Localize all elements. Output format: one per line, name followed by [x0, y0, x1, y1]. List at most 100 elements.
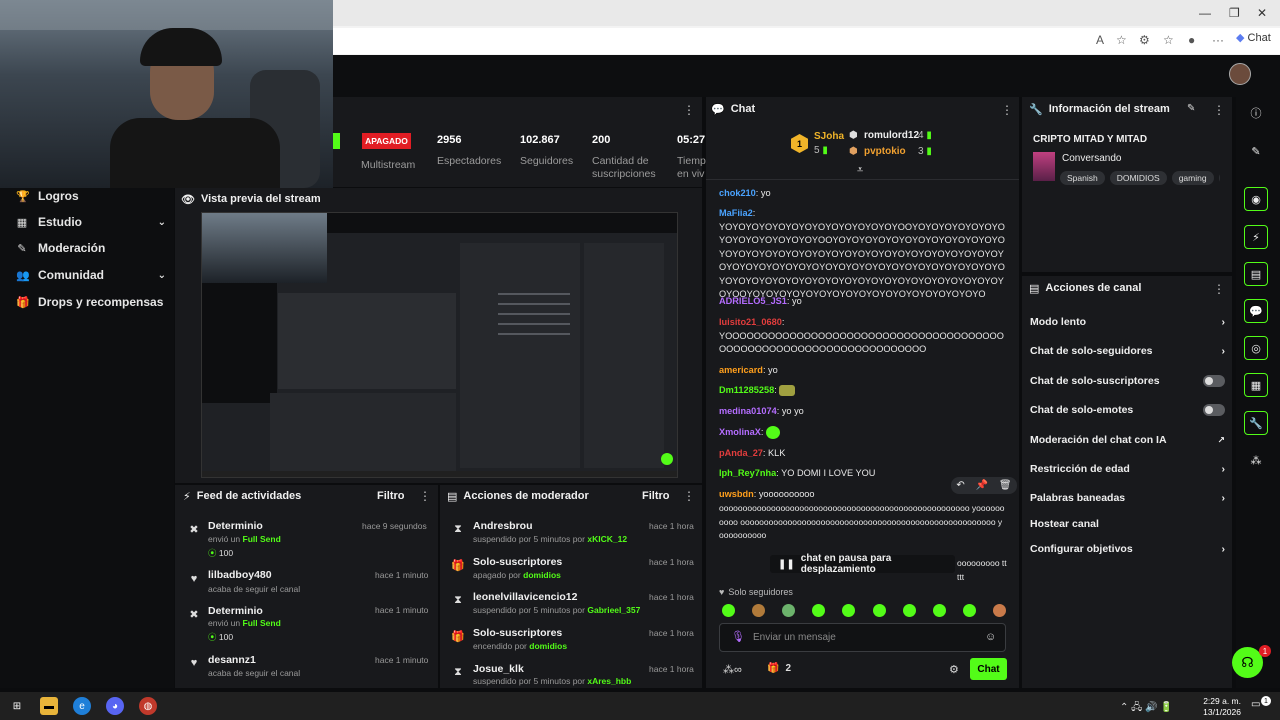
windows-start-icon[interactable]: ⊞: [8, 697, 26, 715]
mod-actions-menu-icon[interactable]: ⋮: [683, 489, 695, 503]
pin-icon[interactable]: 📌: [976, 480, 988, 491]
points-icon[interactable]: ⁂: [1244, 448, 1268, 472]
action-slow-mode[interactable]: Modo lento ›: [1030, 316, 1225, 328]
top-gifter-name[interactable]: romulord12: [864, 130, 919, 141]
mod-item-name[interactable]: Solo-suscriptores: [473, 556, 562, 568]
maximize-icon[interactable]: ❐: [1229, 6, 1240, 20]
tag[interactable]: Spanish: [1060, 171, 1105, 185]
chat-paused-banner[interactable]: ❚❚ chat en pausa para desplazamiento: [770, 553, 955, 575]
action-followers-only[interactable]: Chat de solo-seguidores ›: [1030, 345, 1225, 357]
favorites-icon[interactable]: ☆: [1163, 33, 1174, 47]
tag[interactable]: gi: [1218, 171, 1220, 185]
points-icon[interactable]: ⁂∞: [723, 663, 742, 676]
notifications-icon[interactable]: ▭: [1251, 699, 1260, 710]
discord-icon[interactable]: ◕: [106, 697, 124, 715]
emote-icon[interactable]: [782, 604, 796, 617]
tag[interactable]: DOMIDIOS: [1109, 171, 1167, 185]
mod-actions-filter[interactable]: Filtro: [642, 490, 670, 502]
chat-settings-icon[interactable]: ⚙: [949, 663, 959, 676]
mod-item-name[interactable]: Josue_klk: [473, 663, 524, 675]
channel-actions-menu-icon[interactable]: ⋮: [1213, 282, 1225, 296]
tray-icons[interactable]: ⌃ 🖧 🔊 🔋: [1120, 700, 1173, 717]
top-gifter-name[interactable]: SJoha: [814, 131, 844, 142]
tag[interactable]: gaming: [1171, 171, 1214, 185]
stream-preview[interactable]: [201, 212, 678, 478]
pencil-icon[interactable]: ✎: [1244, 139, 1268, 163]
mod-item-name[interactable]: Solo-suscriptores: [473, 627, 562, 639]
emotes-only-toggle[interactable]: [1203, 404, 1225, 416]
emote-icon[interactable]: [902, 604, 916, 617]
action-age-restriction[interactable]: Restricción de edad ›: [1030, 463, 1225, 475]
emoji-icon[interactable]: ☺: [985, 631, 996, 643]
mod-item-time: hace 1 hora: [649, 592, 694, 602]
broadcast-icon[interactable]: ◎: [1244, 336, 1268, 360]
action-ai-moderation[interactable]: Moderación del chat con IA ↗: [1030, 434, 1225, 446]
emote-icon[interactable]: [932, 604, 946, 617]
stream-info-menu-icon[interactable]: ⋮: [1213, 103, 1225, 117]
activity-feed-menu-icon[interactable]: ⋮: [419, 489, 431, 503]
avatar[interactable]: [1229, 63, 1251, 85]
mod-item-name[interactable]: leonelvillavicencio12: [473, 591, 577, 603]
subscribers-only-toggle[interactable]: [1203, 375, 1225, 387]
category-name[interactable]: Conversando: [1062, 153, 1121, 164]
profile-icon[interactable]: ●: [1188, 33, 1195, 47]
address-bar[interactable]: [330, 28, 1280, 54]
more-icon[interactable]: ···: [1212, 33, 1224, 47]
activity-feed-filter[interactable]: Filtro: [377, 490, 405, 502]
clock-date[interactable]: 13/1/2026: [1199, 707, 1241, 717]
list-icon[interactable]: ▦: [1244, 373, 1268, 397]
heart-icon: ♥: [190, 573, 198, 585]
action-banned-words[interactable]: Palabras baneadas ›: [1030, 492, 1225, 504]
preview-toggle-icon[interactable]: ◉: [1244, 187, 1268, 211]
clock-time[interactable]: 2:29 a. m.: [1203, 696, 1241, 706]
chat-input-placeholder[interactable]: Enviar un mensaje: [753, 632, 836, 643]
emote-icon[interactable]: [842, 604, 856, 617]
emote-icon: [779, 385, 796, 397]
stats-menu-icon[interactable]: ⋮: [683, 103, 695, 117]
close-icon[interactable]: ✕: [1257, 6, 1267, 20]
emote-icon[interactable]: [992, 604, 1006, 617]
emote-icon[interactable]: [962, 604, 976, 617]
read-aloud-icon[interactable]: A: [1096, 33, 1104, 47]
emote-icon[interactable]: [812, 604, 826, 617]
gift-count[interactable]: 🎁 2: [767, 663, 791, 674]
info-icon[interactable]: ⓘ: [1244, 101, 1268, 125]
copilot-button[interactable]: ◆ Chat: [1236, 31, 1271, 44]
feed-item-name[interactable]: desannz1: [208, 654, 256, 666]
chat-icon[interactable]: 💬: [1244, 299, 1268, 323]
action-configure-goals[interactable]: Configurar objetivos ›: [1030, 543, 1225, 555]
feed-item-name[interactable]: Determinio: [208, 520, 263, 532]
sidebar-item-logros[interactable]: 🏆 Logros: [16, 189, 166, 203]
extensions-icon[interactable]: ⚙: [1139, 33, 1150, 47]
top-gifter-name[interactable]: pvptokio: [864, 146, 906, 157]
file-explorer-icon[interactable]: ▬: [40, 697, 58, 715]
emote-icon[interactable]: [722, 604, 735, 617]
delete-icon[interactable]: 🗑: [999, 480, 1012, 491]
taskbar: [0, 692, 1280, 720]
sidebar-item-moderacion[interactable]: ✎ Moderación: [16, 241, 166, 255]
sidebar-item-estudio[interactable]: ▦ Estudio ⌄: [16, 215, 166, 229]
expand-gifters-icon[interactable]: ⩡: [857, 164, 863, 177]
obs-icon[interactable]: ◍: [139, 697, 157, 715]
microphone-icon[interactable]: 🎙: [731, 630, 745, 643]
minimize-icon[interactable]: —: [1199, 6, 1211, 20]
emote-icon[interactable]: [872, 604, 886, 617]
edge-icon[interactable]: e: [73, 697, 91, 715]
sidebar-item-comunidad[interactable]: 👥 Comunidad ⌄: [16, 268, 166, 282]
support-badge: 1: [1259, 645, 1271, 657]
bolt-icon[interactable]: ⚡: [1244, 225, 1268, 249]
action-emotes-only: Chat de solo-emotes: [1030, 404, 1225, 416]
mod-item-name[interactable]: Andresbrou: [473, 520, 533, 532]
favorite-star-icon[interactable]: ☆: [1116, 33, 1127, 47]
emote-icon[interactable]: [752, 604, 766, 617]
feed-item-name[interactable]: lilbadboy480: [208, 569, 272, 581]
document-icon[interactable]: ▤: [1244, 262, 1268, 286]
wrench-icon[interactable]: 🔧: [1244, 411, 1268, 435]
reply-icon[interactable]: ↶: [956, 480, 964, 491]
feed-item-name[interactable]: Determinio: [208, 605, 263, 617]
edit-icon[interactable]: ✎: [1187, 103, 1195, 114]
sidebar-item-drops[interactable]: 🎁 Drops y recompensas: [16, 295, 166, 309]
action-host-channel[interactable]: Hostear canal: [1030, 518, 1225, 530]
send-chat-button[interactable]: Chat: [970, 658, 1007, 680]
chat-menu-icon[interactable]: ⋮: [1001, 103, 1013, 117]
